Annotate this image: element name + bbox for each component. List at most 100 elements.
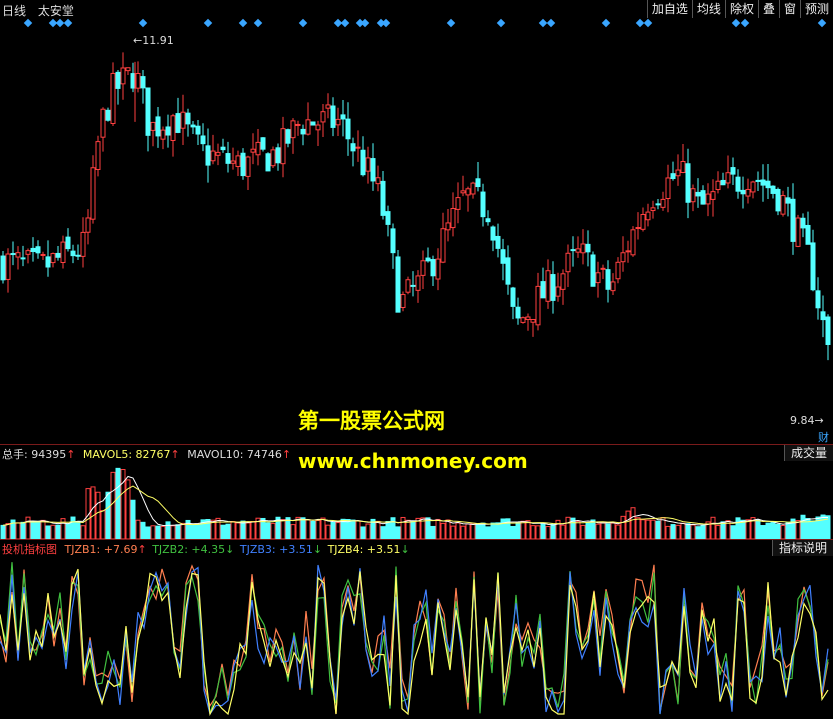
candle-body (385, 211, 391, 225)
indicator-chart[interactable] (0, 556, 833, 719)
volume-bar (400, 516, 406, 539)
volume-bar (640, 519, 646, 539)
mavol5-value: MAVOL5: 82767 (82, 448, 171, 461)
forecast-button[interactable]: 预测 (799, 0, 833, 18)
volume-bar (680, 522, 686, 539)
candle-body (725, 172, 731, 184)
volume-bar (700, 524, 706, 539)
candle-body (80, 231, 86, 257)
candle-body (505, 257, 511, 285)
volume-bar (325, 524, 331, 539)
moving-average-button[interactable]: 均线 (691, 0, 725, 18)
candle-body (405, 279, 411, 293)
candle-body (145, 87, 151, 136)
candle-body (735, 176, 741, 192)
indicator-help-button[interactable]: 指标说明 (771, 540, 833, 556)
candle-body (455, 197, 461, 210)
candle-body (545, 270, 551, 302)
candle-body (355, 146, 361, 149)
candle-body (50, 253, 56, 264)
volume-bar (755, 519, 761, 539)
volume-bar (355, 520, 361, 539)
volume-bar (490, 522, 496, 539)
signal-diamond-icon (298, 18, 308, 28)
candle-body (255, 141, 261, 156)
candle-body (720, 179, 726, 186)
candle-body (775, 188, 781, 212)
volume-bar (50, 524, 56, 539)
volume-bar (645, 519, 651, 539)
candle-body (305, 119, 311, 135)
volume-bar (100, 510, 106, 539)
candle-body (245, 156, 251, 177)
candle-body (325, 104, 331, 109)
volume-bar (30, 522, 36, 539)
volume-bar (365, 523, 371, 539)
volume-bar (175, 524, 181, 539)
candle-body (345, 118, 351, 140)
candle-body (550, 274, 556, 301)
volume-bar (170, 525, 176, 539)
volume-bar (375, 520, 381, 539)
candle-body (290, 120, 296, 139)
candle-body (110, 72, 116, 125)
volume-bar (740, 519, 746, 539)
candle-body (115, 71, 121, 89)
candle-body (705, 193, 711, 205)
candle-body (555, 286, 561, 297)
candle-body (275, 147, 281, 164)
candle-body (490, 226, 496, 241)
indicator-name[interactable]: 投机指标图 (2, 543, 57, 556)
candle-body (320, 111, 326, 123)
candlestick-chart[interactable] (0, 34, 833, 444)
volume-bar (45, 525, 51, 539)
candle-body (610, 281, 616, 292)
arrow-right-icon: → (814, 414, 824, 427)
candle-body (315, 124, 321, 131)
candle-body (795, 217, 801, 247)
volume-bar (265, 522, 271, 539)
financial-marker[interactable]: 财 (818, 429, 829, 445)
signal-diamond-icon (340, 18, 350, 28)
volume-chart[interactable] (0, 461, 833, 539)
candle-body (415, 275, 421, 291)
volume-button[interactable]: 成交量 (783, 445, 833, 461)
candle-body (785, 197, 791, 204)
candle-body (160, 129, 166, 140)
candle-body (440, 228, 446, 263)
candle-body (155, 116, 161, 137)
candle-body (665, 177, 671, 199)
volume-bar (785, 522, 791, 539)
candle-body (370, 158, 376, 182)
candle-body (220, 146, 226, 151)
period-label[interactable]: 日线 (2, 4, 26, 18)
signal-diamond-icon (817, 18, 827, 28)
candle-body (70, 250, 76, 257)
overlay-button[interactable]: 叠 (757, 0, 779, 18)
candle-body (630, 229, 636, 256)
candle-body (685, 163, 691, 203)
volume-bar (90, 486, 96, 539)
volume-bar (535, 525, 541, 539)
volume-bar (5, 523, 11, 539)
candle-body (655, 203, 661, 206)
signal-diamond-icon (138, 18, 148, 28)
volume-bar (20, 521, 26, 539)
volume-bar (0, 524, 6, 539)
volume-bar (550, 523, 556, 539)
volume-total: 总手: 94395 (2, 448, 67, 461)
window-button[interactable]: 窗 (778, 0, 800, 18)
volume-bar (35, 520, 41, 539)
candle-body (135, 72, 141, 89)
ex-rights-button[interactable]: 除权 (724, 0, 758, 18)
volume-bar (625, 510, 631, 539)
candle-body (500, 249, 506, 264)
volume-bar (495, 522, 501, 539)
volume-bar (230, 521, 236, 539)
candle-body (510, 287, 516, 307)
signal-diamond-icon (643, 18, 653, 28)
candle-body (560, 273, 566, 290)
add-watchlist-button[interactable]: 加自选 (646, 0, 692, 18)
low-price-annotation: 9.84→ (790, 414, 824, 427)
volume-bar (800, 514, 806, 539)
